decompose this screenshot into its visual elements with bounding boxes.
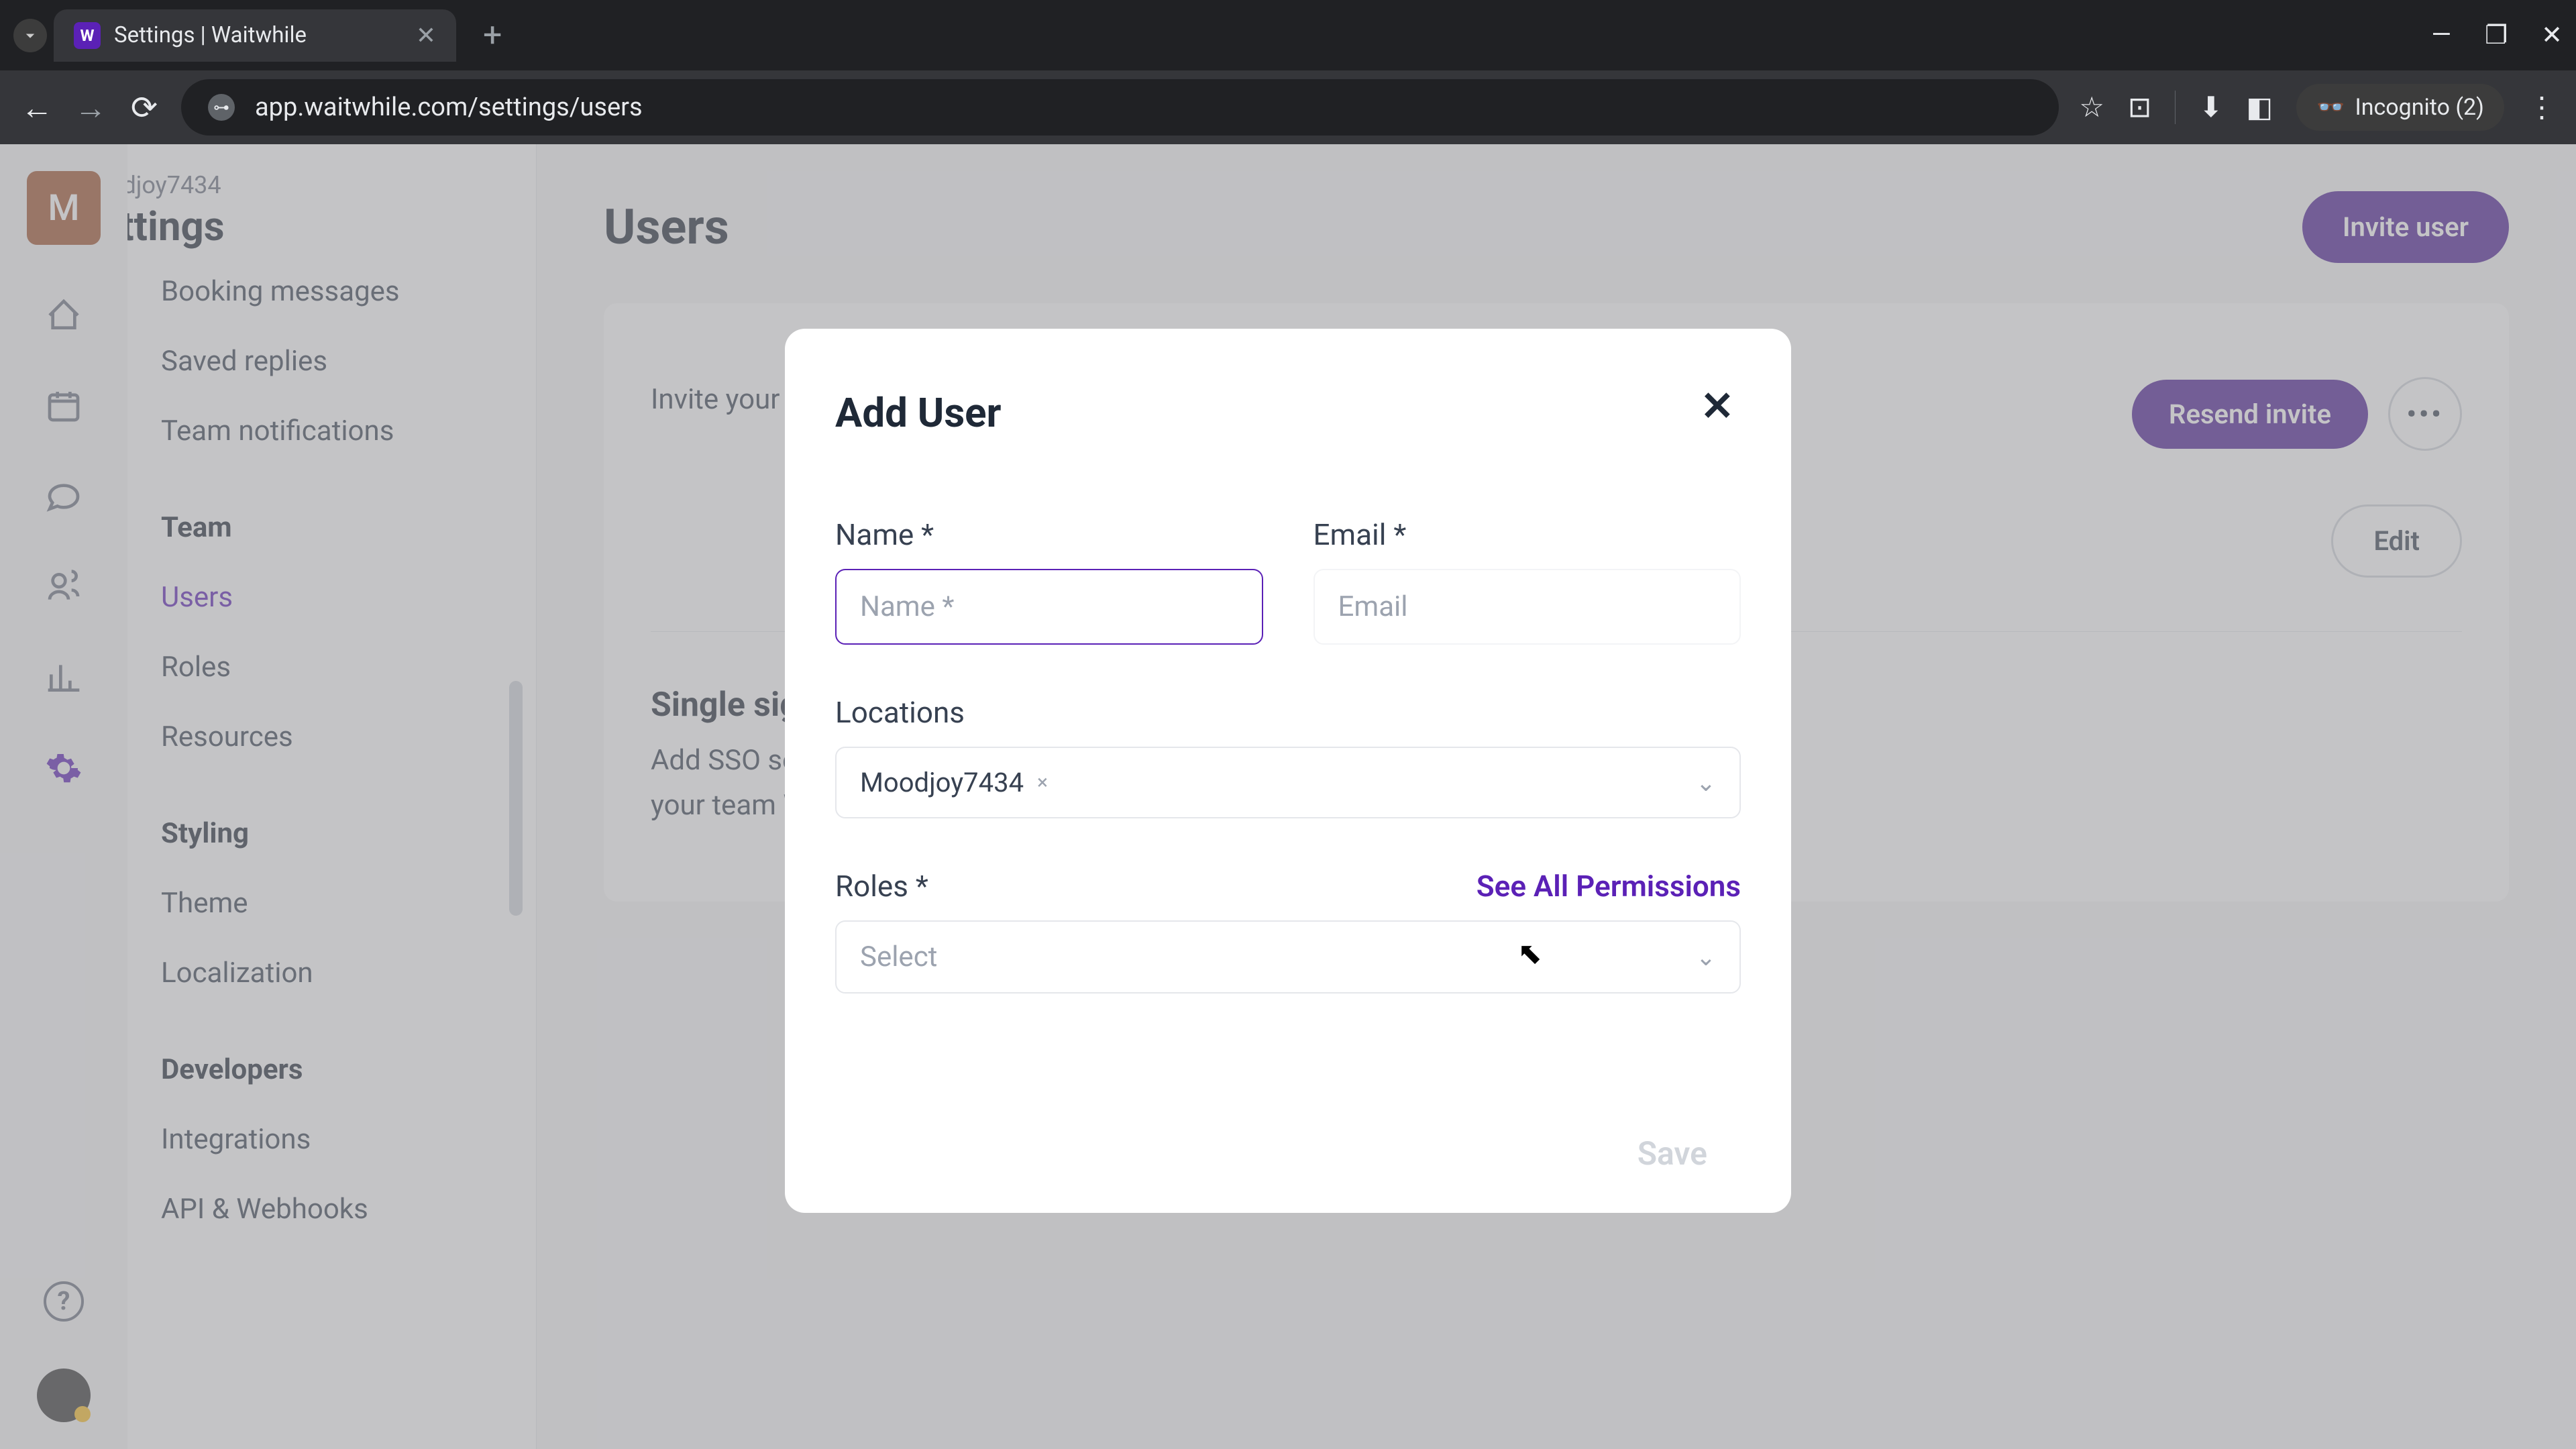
email-group: Email *: [1313, 517, 1741, 645]
modal-title: Add User: [835, 389, 1741, 437]
name-input[interactable]: [835, 569, 1263, 645]
close-window-icon[interactable]: ✕: [2541, 20, 2563, 50]
site-info-icon[interactable]: ⊶: [208, 94, 235, 121]
window-controls: — ❐ ✕: [2431, 20, 2563, 50]
modal-footer: Save: [835, 1121, 1741, 1186]
see-permissions-link[interactable]: See All Permissions: [1477, 869, 1741, 904]
email-input[interactable]: [1313, 569, 1741, 645]
save-button[interactable]: Save: [1604, 1121, 1741, 1186]
name-label: Name *: [835, 517, 1263, 552]
tab-search-dropdown[interactable]: [13, 19, 47, 52]
extensions-icon[interactable]: ⊡: [2128, 91, 2151, 124]
tab-close-icon[interactable]: ✕: [416, 21, 436, 50]
url-text: app.waitwhile.com/settings/users: [255, 93, 643, 122]
url-bar[interactable]: ⊶ app.waitwhile.com/settings/users: [181, 79, 2059, 136]
locations-group: Locations Moodjoy7434 × ⌄: [835, 695, 1741, 818]
location-chip-label: Moodjoy7434: [860, 767, 1024, 798]
incognito-label: Incognito (2): [2355, 94, 2484, 121]
locations-select[interactable]: Moodjoy7434 × ⌄: [835, 747, 1741, 818]
nav-right: ☆ ⊡ ⬇ ◧ 👓 Incognito (2) ⋮: [2079, 84, 2556, 131]
nav-bar: ← → ⟳ ⊶ app.waitwhile.com/settings/users…: [0, 70, 2576, 144]
locations-label: Locations: [835, 695, 1741, 730]
minimize-icon[interactable]: —: [2431, 20, 2451, 50]
location-chip: Moodjoy7434 ×: [860, 767, 1048, 798]
chip-remove-icon[interactable]: ×: [1037, 771, 1048, 794]
roles-placeholder: Select: [860, 941, 937, 973]
menu-icon[interactable]: ⋮: [2528, 91, 2556, 124]
name-group: Name *: [835, 517, 1263, 645]
browser-chrome: W Settings | Waitwhile ✕ + — ❐ ✕ ← → ⟳ ⊶…: [0, 0, 2576, 144]
reload-button[interactable]: ⟳: [127, 89, 161, 127]
roles-group: Roles * See All Permissions Select ⌄: [835, 869, 1741, 994]
downloads-icon[interactable]: ⬇: [2199, 91, 2222, 124]
tab-title: Settings | Waitwhile: [114, 22, 307, 48]
incognito-icon: 👓: [2316, 94, 2345, 121]
bookmark-icon[interactable]: ☆: [2079, 91, 2104, 124]
divider: [2175, 91, 2176, 124]
name-email-row: Name * Email *: [835, 517, 1741, 645]
modal-overlay[interactable]: Add User ✕ Name * Email * Locations: [0, 144, 2576, 1449]
modal-form: Name * Email * Locations Moodjoy7434 ×: [835, 517, 1741, 1186]
roles-select[interactable]: Select ⌄: [835, 920, 1741, 994]
chevron-down-icon: ⌄: [1696, 943, 1716, 971]
roles-header: Roles * See All Permissions: [835, 869, 1741, 904]
modal-close-button[interactable]: ✕: [1701, 382, 1734, 430]
waitwhile-favicon-icon: W: [74, 22, 101, 49]
browser-tab[interactable]: W Settings | Waitwhile ✕: [54, 9, 456, 62]
new-tab-button[interactable]: +: [483, 16, 502, 55]
forward-button[interactable]: →: [74, 89, 107, 127]
maximize-icon[interactable]: ❐: [2485, 20, 2508, 50]
back-button[interactable]: ←: [20, 89, 54, 127]
incognito-badge[interactable]: 👓 Incognito (2): [2296, 84, 2504, 131]
tab-bar: W Settings | Waitwhile ✕ + — ❐ ✕: [0, 0, 2576, 70]
app-content: M ? Moodjoy7434 Settings: [0, 144, 2576, 1449]
chevron-down-icon: ⌄: [1696, 769, 1716, 797]
email-label: Email *: [1313, 517, 1741, 552]
side-panel-icon[interactable]: ◧: [2246, 91, 2273, 124]
add-user-modal: Add User ✕ Name * Email * Locations: [785, 329, 1791, 1213]
roles-label: Roles *: [835, 869, 928, 904]
